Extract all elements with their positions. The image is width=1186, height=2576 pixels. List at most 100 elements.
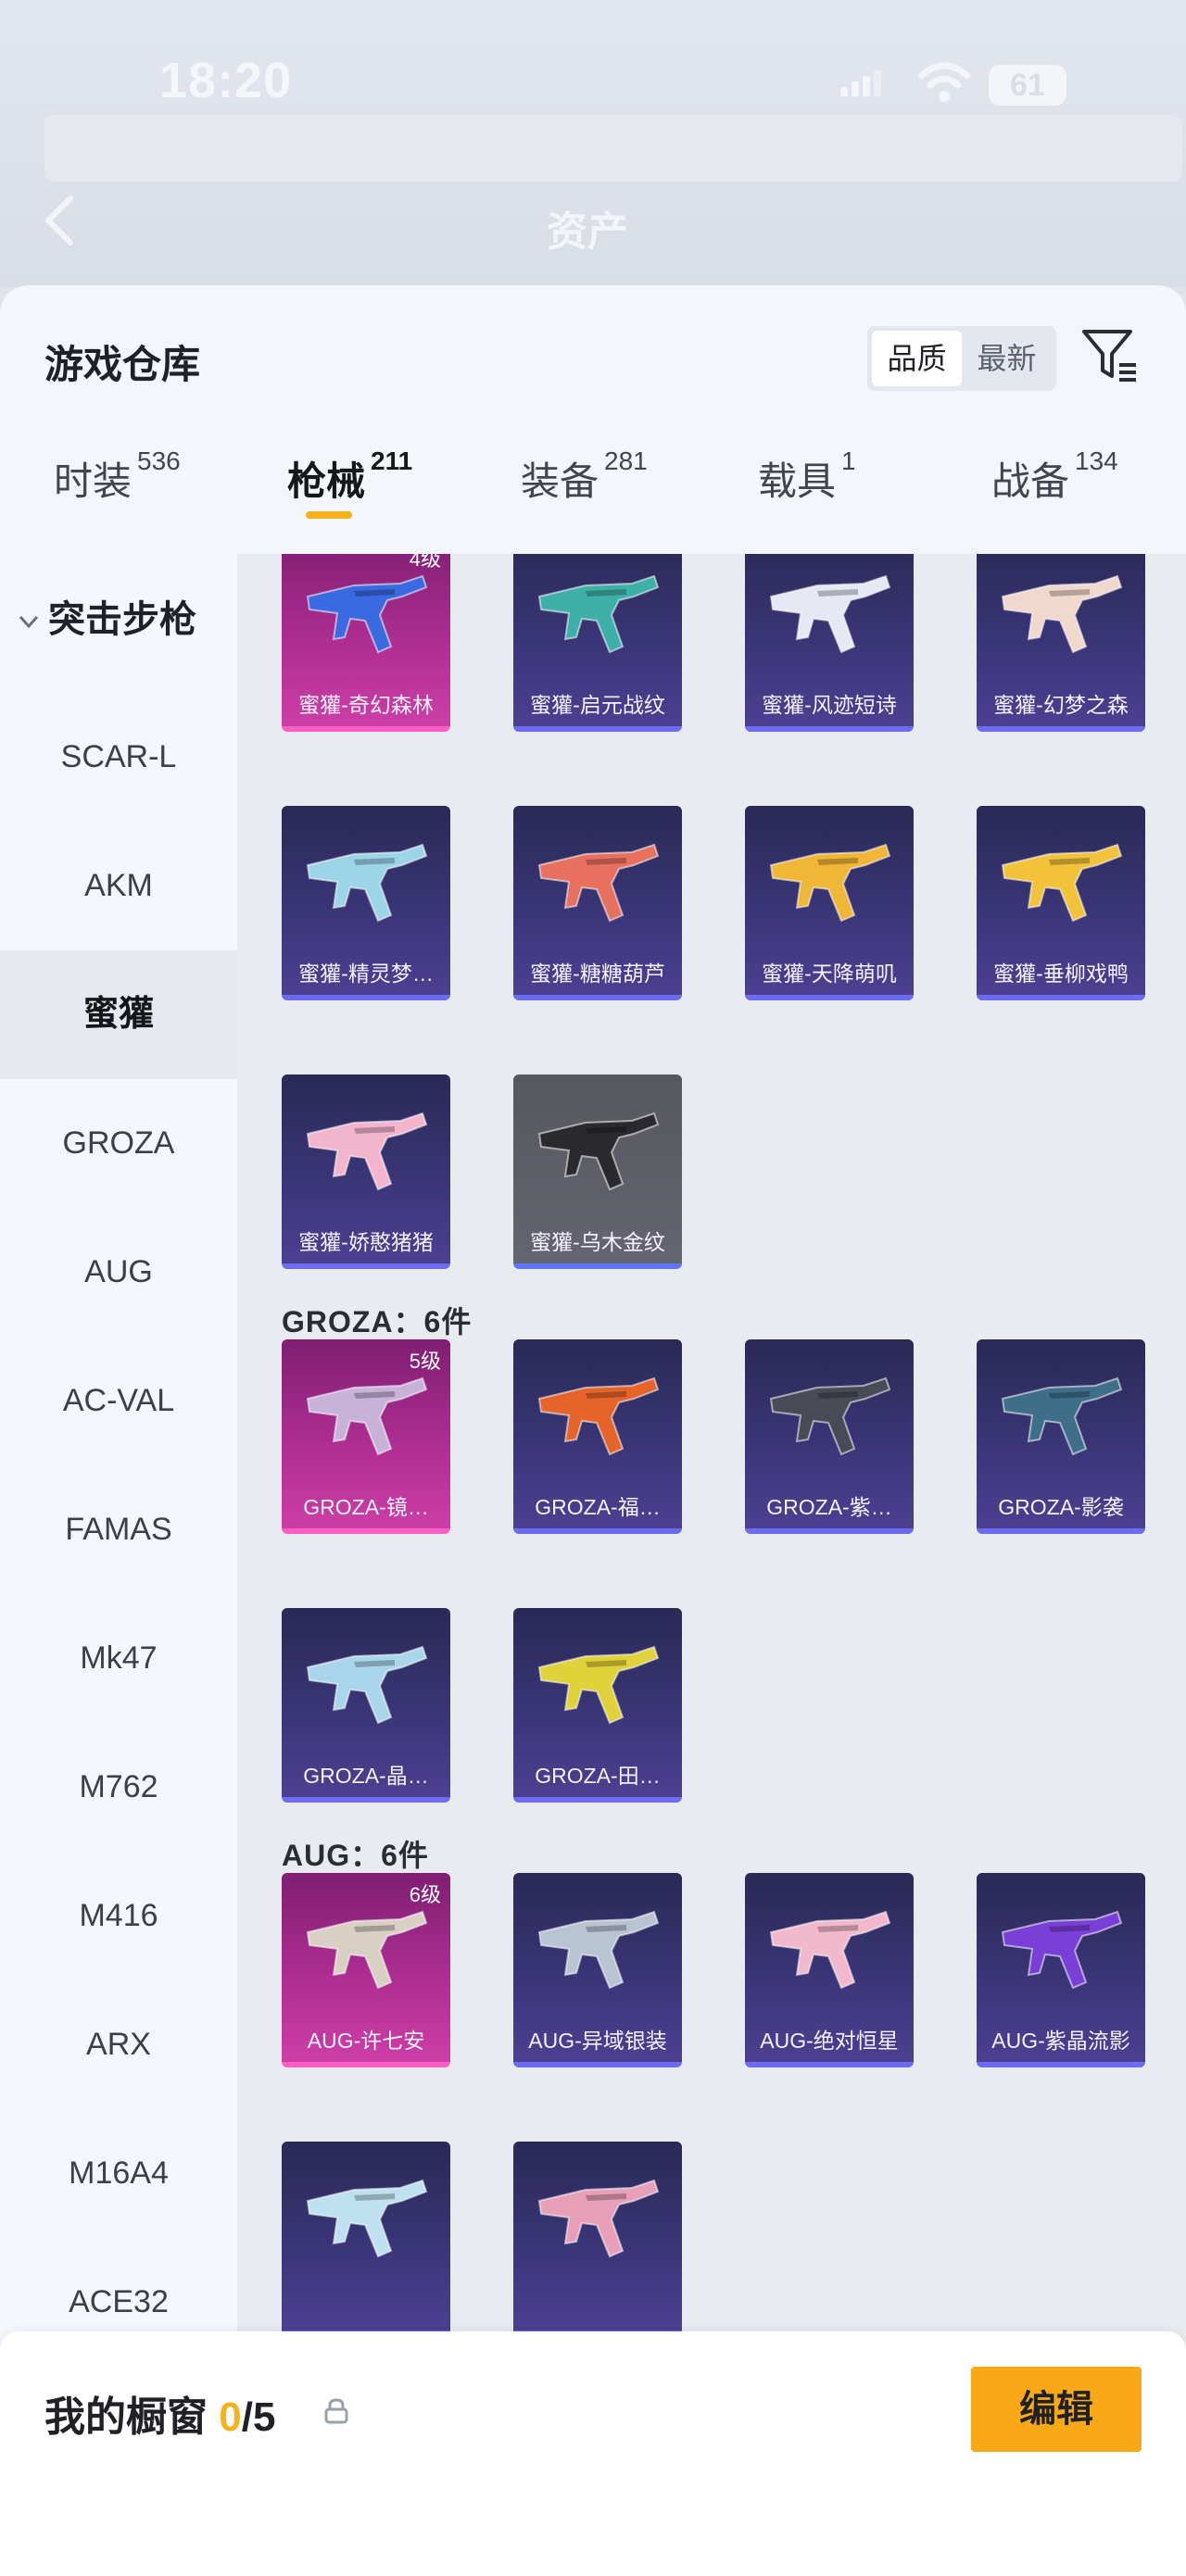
sidebar-item[interactable]: M762 [0, 1723, 237, 1852]
item-name: AUG-绝对恒星 [760, 2029, 899, 2053]
weapon-card[interactable]: 蜜獾-天降萌叽 [745, 806, 914, 1000]
sidebar-item[interactable]: AC-VAL [0, 1337, 237, 1465]
showcase-bar: 我的橱窗 0/5 编辑 [0, 2331, 1186, 2576]
item-name: 蜜獾-精灵梦… [298, 961, 434, 986]
weapon-card[interactable]: 蜜獾-糖糖葫芦 [513, 806, 682, 1000]
weapon-skin-icon [306, 1645, 428, 1725]
sort-quality-button[interactable]: 品质 [872, 331, 962, 386]
item-level-badge: 6级 [409, 1883, 441, 1906]
weapon-card[interactable]: AUG-绝对恒星 [745, 1873, 914, 2067]
item-grid: 4级 蜜獾-奇幻森林 蜜獾-启元战纹蜜獾-风迹短诗 蜜獾-幻梦之森蜜獾-精灵梦… 蜜獾-… [237, 554, 1186, 2576]
sidebar-item[interactable]: FAMAS [0, 1465, 237, 1594]
item-name: GROZA-晶… [303, 1764, 429, 1788]
showcase-label: 我的橱窗 0/5 [44, 2394, 276, 2440]
sidebar-item[interactable]: AKM [0, 822, 237, 950]
weapon-skin-icon [537, 1645, 660, 1725]
weapon-skin-icon [306, 1376, 428, 1456]
weapon-skin-icon [306, 574, 428, 654]
panel-title: 游戏仓库 [44, 343, 201, 386]
back-arrow-icon[interactable] [41, 193, 78, 248]
weapon-card[interactable]: 蜜獾-乌木金纹 [513, 1074, 682, 1269]
weapon-card[interactable]: 蜜獾-风迹短诗 [745, 554, 914, 732]
item-name: GROZA-福… [535, 1495, 661, 1519]
sidebar-group-header[interactable]: 突击步枪 [17, 589, 196, 643]
item-name: GROZA-影袭 [998, 1495, 1124, 1519]
weapon-card[interactable]: GROZA-田… [513, 1608, 682, 1803]
page-title: 资产 [547, 209, 628, 255]
weapon-skin-icon [537, 2179, 660, 2258]
item-name: GROZA-镜… [303, 1495, 429, 1519]
weapon-card[interactable]: 蜜獾-启元战纹 [513, 554, 682, 732]
weapon-card[interactable]: 6级 AUG-许七安 [282, 1873, 450, 2067]
weapon-skin-icon [537, 843, 660, 923]
item-name: AUG-异域银装 [528, 2029, 667, 2053]
weapon-card[interactable]: GROZA-晶… [282, 1608, 450, 1803]
item-name: GROZA-紫… [766, 1495, 892, 1519]
item-name: GROZA-田… [535, 1764, 661, 1788]
weapon-card[interactable]: 蜜獾-娇憨猪猪 [282, 1074, 450, 1269]
weapon-card[interactable] [513, 2142, 682, 2336]
weapon-card[interactable]: GROZA-影袭 [977, 1339, 1145, 1534]
weapon-card[interactable]: AUG-异域银装 [513, 1873, 682, 2067]
weapon-card[interactable]: 蜜獾-幻梦之森 [977, 554, 1145, 732]
weapon-skin-icon [306, 2179, 428, 2258]
active-tab-indicator [306, 511, 352, 519]
tab-equipment[interactable]: 装备 281 [521, 446, 648, 554]
weapon-skin-icon [537, 1910, 660, 1990]
clock: 18:20 [159, 53, 293, 108]
weapon-skin-icon [306, 843, 428, 923]
weapon-skin-icon [769, 1910, 891, 1990]
weapon-card[interactable]: 蜜獾-垂柳戏鸭 [977, 806, 1145, 1000]
sort-toggle: 品质 最新 [867, 326, 1056, 391]
item-name: 蜜獾-娇憨猪猪 [298, 1230, 434, 1254]
item-name: 蜜獾-天降萌叽 [762, 961, 897, 986]
weapon-skin-icon [306, 1112, 428, 1191]
weapon-card[interactable]: 5级 GROZA-镜… [282, 1339, 450, 1534]
edit-button[interactable]: 编辑 [971, 2367, 1142, 2452]
wifi-icon [917, 62, 971, 102]
weapon-card[interactable]: AUG-紫晶流影 [977, 1873, 1145, 2067]
filter-icon[interactable] [1080, 326, 1140, 385]
status-bar: 18:20 61 [0, 0, 1186, 176]
item-name: 蜜獾-奇幻森林 [298, 693, 434, 717]
sidebar-item[interactable]: M416 [0, 1852, 237, 1980]
weapon-card[interactable]: 蜜獾-精灵梦… [282, 806, 450, 1000]
item-name: AUG-紫晶流影 [991, 2029, 1130, 2053]
cellular-signal-icon [840, 70, 881, 96]
tab-vehicles[interactable]: 载具 1 [758, 446, 856, 554]
sort-latest-button[interactable]: 最新 [962, 331, 1052, 386]
battery-indicator: 61 [989, 65, 1066, 106]
item-name: 蜜獾-糖糖葫芦 [530, 961, 665, 986]
sidebar-item[interactable]: 蜜獾 [0, 950, 237, 1079]
weapon-card[interactable]: GROZA-紫… [745, 1339, 914, 1534]
app-screen: { "status_bar": {"time": "18:20", "batte… [0, 0, 1186, 2576]
sidebar-item[interactable]: M16A4 [0, 2109, 237, 2238]
item-name: 蜜獾-幻梦之森 [993, 693, 1129, 717]
sidebar-group-label: 突击步枪 [48, 599, 196, 640]
weapon-skin-icon [1001, 1910, 1123, 1990]
weapon-card[interactable]: GROZA-福… [513, 1339, 682, 1534]
sidebar-item[interactable]: SCAR-L [0, 693, 237, 822]
tab-weapons[interactable]: 枪械 211 [287, 446, 412, 554]
weapon-skin-icon [537, 574, 660, 654]
item-name: AUG-许七安 [307, 2029, 425, 2053]
weapon-type-sidebar: 突击步枪 SCAR-L AKM 蜜獾 GROZA AUG AC-VAL FAMAS Mk47 M… [0, 554, 237, 2576]
warehouse-sheet: 游戏仓库 品质 最新 时装 536 枪械 211 装备 281 载具 1 战备 134 突… [0, 285, 1186, 2576]
sidebar-item[interactable]: ARX [0, 1980, 237, 2109]
item-level-badge: 5级 [409, 1350, 441, 1373]
category-tabs: 时装 536 枪械 211 装备 281 载具 1 战备 134 [0, 446, 1186, 554]
tab-supplies[interactable]: 战备 134 [991, 446, 1118, 554]
weapon-skin-icon [537, 1112, 660, 1191]
chevron-down-icon [19, 616, 39, 629]
weapon-skin-icon [306, 1910, 428, 1990]
sidebar-item[interactable]: GROZA [0, 1079, 237, 1208]
sidebar-item[interactable]: Mk47 [0, 1594, 237, 1723]
item-name: 蜜獾-风迹短诗 [762, 693, 897, 717]
weapon-skin-icon [769, 843, 891, 923]
item-name: 蜜獾-乌木金纹 [530, 1230, 665, 1254]
tab-fashion[interactable]: 时装 536 [54, 446, 181, 554]
item-name: 蜜獾-垂柳戏鸭 [993, 961, 1129, 986]
weapon-card[interactable]: 4级 蜜獾-奇幻森林 [282, 554, 450, 732]
sidebar-item[interactable]: AUG [0, 1208, 237, 1337]
weapon-card[interactable] [282, 2142, 450, 2336]
